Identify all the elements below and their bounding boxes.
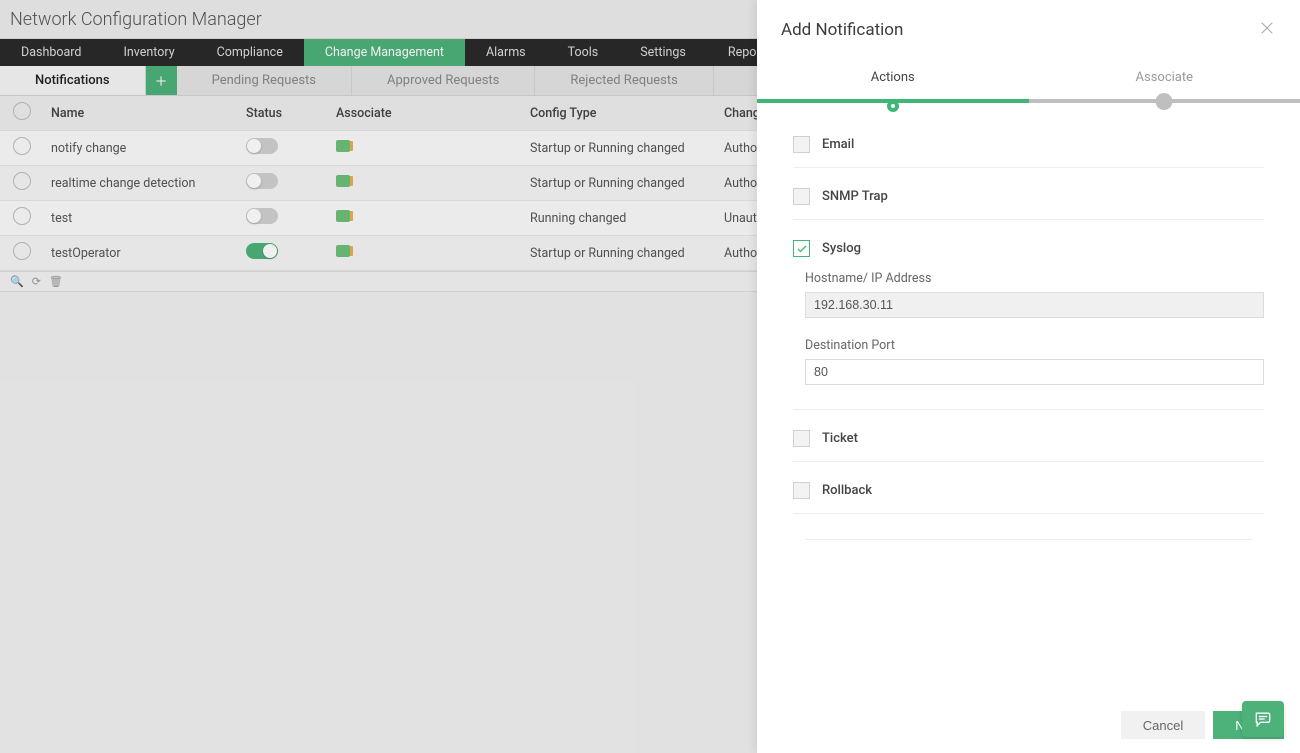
email-checkbox[interactable]: [793, 136, 810, 153]
option-ticket: Ticket: [793, 416, 1264, 462]
step-associate[interactable]: Associate: [1029, 60, 1300, 91]
option-rollback: Rollback: [793, 468, 1264, 514]
email-label: Email: [822, 137, 854, 152]
add-notification-panel: Add Notification Actions Associate Email…: [757, 0, 1300, 753]
rollback-label: Rollback: [822, 483, 872, 498]
ticket-checkbox[interactable]: [793, 430, 810, 447]
ticket-label: Ticket: [822, 431, 858, 446]
hostname-label: Hostname/ IP Address: [793, 271, 1264, 286]
step-node-1: [887, 100, 899, 112]
cancel-button[interactable]: Cancel: [1121, 711, 1205, 739]
snmp-label: SNMP Trap: [822, 189, 888, 204]
option-email: Email: [793, 122, 1264, 168]
step-actions[interactable]: Actions: [757, 60, 1029, 91]
syslog-checkbox[interactable]: [793, 240, 810, 257]
option-syslog: Syslog Hostname/ IP Address Destination …: [793, 226, 1264, 410]
panel-title: Add Notification: [781, 20, 903, 40]
snmp-checkbox[interactable]: [793, 188, 810, 205]
rollback-checkbox[interactable]: [793, 482, 810, 499]
syslog-label: Syslog: [822, 241, 861, 256]
hostname-input[interactable]: [805, 292, 1264, 318]
chat-button[interactable]: [1242, 701, 1284, 737]
step-bar: Actions Associate: [757, 60, 1300, 112]
port-input[interactable]: [805, 359, 1264, 385]
option-snmp: SNMP Trap: [793, 174, 1264, 220]
port-label: Destination Port: [793, 338, 1264, 353]
close-icon[interactable]: [1258, 19, 1276, 41]
step-node-2: [1156, 93, 1173, 110]
